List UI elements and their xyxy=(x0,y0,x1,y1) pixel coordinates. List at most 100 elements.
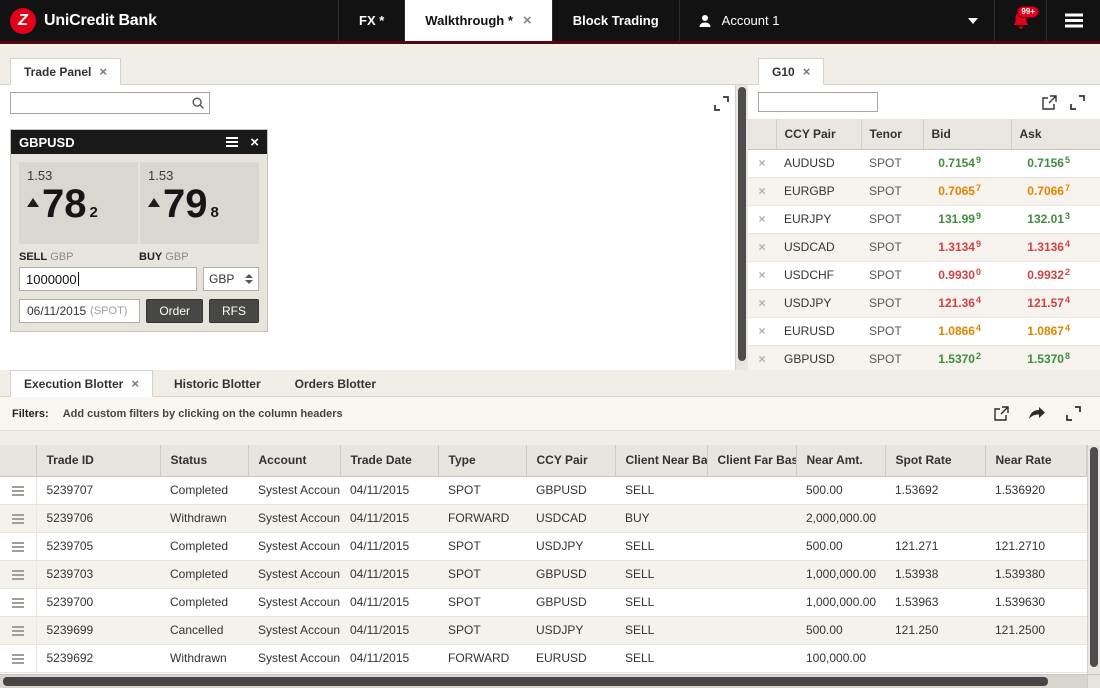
fullscreen-icon[interactable] xyxy=(1064,405,1082,423)
remove-row-icon[interactable] xyxy=(748,345,776,370)
col-bid[interactable]: Bid xyxy=(923,119,1012,150)
blotter-row[interactable]: 5239699 Cancelled Systest Account 04/11/… xyxy=(0,616,1087,645)
col-trade-date[interactable]: Trade Date xyxy=(340,445,439,477)
remove-row-icon[interactable] xyxy=(748,289,776,318)
ask-price[interactable]: 121.574 xyxy=(1011,289,1100,318)
bid-price[interactable]: 0.70657 xyxy=(923,177,1011,206)
g10-rate-row[interactable]: EURJPY SPOT 131.999 132.013 xyxy=(748,205,1100,234)
scrollbar-thumb[interactable] xyxy=(738,87,746,361)
sell-price-tile[interactable]: 1.53 78 2 xyxy=(19,162,138,244)
blotter-row[interactable]: 5239706 Withdrawn Systest Account 04/11/… xyxy=(0,504,1087,533)
g10-rate-row[interactable]: USDCAD SPOT 1.31349 1.31364 xyxy=(748,233,1100,262)
tab-block-trading[interactable]: Block Trading xyxy=(551,0,680,41)
col-spot-rate[interactable]: Spot Rate xyxy=(885,445,986,477)
g10-rate-row[interactable]: AUDUSD SPOT 0.71549 0.71565 xyxy=(748,149,1100,178)
bid-price[interactable]: 121.364 xyxy=(923,289,1011,318)
ticket-close-icon[interactable] xyxy=(250,135,259,150)
row-menu-icon[interactable] xyxy=(0,476,37,505)
col-ask[interactable]: Ask xyxy=(1011,119,1100,150)
blotter-row[interactable]: 5239692 Withdrawn Systest Account 04/11/… xyxy=(0,644,1087,673)
share-icon[interactable] xyxy=(1028,405,1046,423)
g10-rate-row[interactable]: GBPUSD SPOT 1.53702 1.53708 xyxy=(748,345,1100,370)
ask-price[interactable]: 1.31364 xyxy=(1011,233,1100,262)
amount-input[interactable]: 1000000 xyxy=(19,267,197,291)
remove-row-icon[interactable] xyxy=(748,317,776,346)
close-tab-icon[interactable] xyxy=(803,65,811,78)
tab-fx[interactable]: FX * xyxy=(338,0,404,41)
row-menu-icon[interactable] xyxy=(0,504,37,533)
row-menu-icon[interactable] xyxy=(0,588,37,617)
stepper-arrows-icon[interactable] xyxy=(245,274,253,284)
header-menu-button[interactable] xyxy=(0,445,37,477)
ask-price[interactable]: 1.53708 xyxy=(1011,345,1100,370)
col-client-near-base[interactable]: Client Near Bas xyxy=(615,445,708,477)
tab-orders-blotter[interactable]: Orders Blotter xyxy=(282,370,389,397)
popout-icon[interactable] xyxy=(992,405,1010,423)
scrollbar-thumb[interactable] xyxy=(3,677,1048,686)
trade-vertical-scrollbar[interactable] xyxy=(735,85,748,370)
ticket-menu-icon[interactable] xyxy=(226,141,239,143)
bid-price[interactable]: 0.71549 xyxy=(923,149,1011,178)
order-button[interactable]: Order xyxy=(146,299,203,323)
bid-price[interactable]: 1.53702 xyxy=(923,345,1011,370)
col-account[interactable]: Account xyxy=(248,445,341,477)
fullscreen-icon[interactable] xyxy=(712,94,730,112)
col-type[interactable]: Type xyxy=(438,445,527,477)
ask-price[interactable]: 1.08674 xyxy=(1011,317,1100,346)
col-client-far-base[interactable]: Client Far Base xyxy=(707,445,797,477)
blotter-row[interactable]: 5239707 Completed Systest Account 04/11/… xyxy=(0,476,1087,505)
notifications-button[interactable]: 99+ xyxy=(994,0,1046,41)
buy-price-tile[interactable]: 1.53 79 8 xyxy=(140,162,259,244)
col-tenor[interactable]: Tenor xyxy=(861,119,924,150)
remove-row-icon[interactable] xyxy=(748,177,776,206)
ask-price[interactable]: 0.71565 xyxy=(1011,149,1100,178)
value-date-input[interactable]: 06/11/2015 (SPOT) xyxy=(19,299,141,323)
ticket-header[interactable]: GBPUSD xyxy=(11,130,267,154)
blotter-row[interactable]: 5239703 Completed Systest Account 04/11/… xyxy=(0,560,1087,589)
horizontal-scrollbar[interactable] xyxy=(0,674,1100,688)
col-trade-id[interactable]: Trade ID xyxy=(36,445,161,477)
ask-price[interactable]: 0.70667 xyxy=(1011,177,1100,206)
blotter-row[interactable]: 5239705 Completed Systest Account 04/11/… xyxy=(0,532,1087,561)
tab-historic-blotter[interactable]: Historic Blotter xyxy=(161,370,274,397)
bid-price[interactable]: 1.31349 xyxy=(923,233,1011,262)
row-menu-icon[interactable] xyxy=(0,532,37,561)
col-near-amt[interactable]: Near Amt. xyxy=(796,445,886,477)
blotter-row[interactable]: 5239700 Completed Systest Account 04/11/… xyxy=(0,588,1087,617)
ask-price[interactable]: 0.99322 xyxy=(1011,261,1100,290)
tab-g10[interactable]: G10 xyxy=(758,58,825,85)
g10-search-input[interactable] xyxy=(758,92,878,112)
bid-price[interactable]: 0.99300 xyxy=(923,261,1011,290)
close-tab-icon[interactable] xyxy=(99,65,107,78)
rfs-button[interactable]: RFS xyxy=(209,299,259,323)
menu-button[interactable] xyxy=(1046,0,1100,41)
remove-row-icon[interactable] xyxy=(748,233,776,262)
fullscreen-icon[interactable] xyxy=(1068,93,1086,111)
ask-price[interactable]: 132.013 xyxy=(1011,205,1100,234)
row-menu-icon[interactable] xyxy=(0,616,37,645)
tab-execution-blotter[interactable]: Execution Blotter xyxy=(10,370,153,397)
col-near-rate[interactable]: Near Rate xyxy=(985,445,1087,477)
tab-trade-panel[interactable]: Trade Panel xyxy=(10,58,121,85)
remove-row-icon[interactable] xyxy=(748,205,776,234)
row-menu-icon[interactable] xyxy=(0,560,37,589)
currency-select[interactable]: GBP xyxy=(203,267,259,291)
row-menu-icon[interactable] xyxy=(0,644,37,673)
scrollbar-thumb[interactable] xyxy=(1090,447,1098,667)
remove-row-icon[interactable] xyxy=(748,261,776,290)
bid-price[interactable]: 131.999 xyxy=(923,205,1011,234)
account-menu[interactable]: Account 1 xyxy=(680,0,994,41)
tab-walkthrough[interactable]: Walkthrough * xyxy=(404,0,552,41)
col-status[interactable]: Status xyxy=(160,445,249,477)
close-tab-icon[interactable] xyxy=(523,13,532,28)
g10-rate-row[interactable]: USDJPY SPOT 121.364 121.574 xyxy=(748,289,1100,318)
col-ccy-pair[interactable]: CCY Pair xyxy=(526,445,616,477)
close-tab-icon[interactable] xyxy=(131,377,139,390)
g10-rate-row[interactable]: EURUSD SPOT 1.08664 1.08674 xyxy=(748,317,1100,346)
blotter-vertical-scrollbar[interactable] xyxy=(1087,445,1100,674)
remove-row-icon[interactable] xyxy=(748,149,776,178)
col-ccy-pair[interactable]: CCY Pair xyxy=(776,119,862,150)
g10-rate-row[interactable]: USDCHF SPOT 0.99300 0.99322 xyxy=(748,261,1100,290)
g10-rate-row[interactable]: EURGBP SPOT 0.70657 0.70667 xyxy=(748,177,1100,206)
bid-price[interactable]: 1.08664 xyxy=(923,317,1011,346)
